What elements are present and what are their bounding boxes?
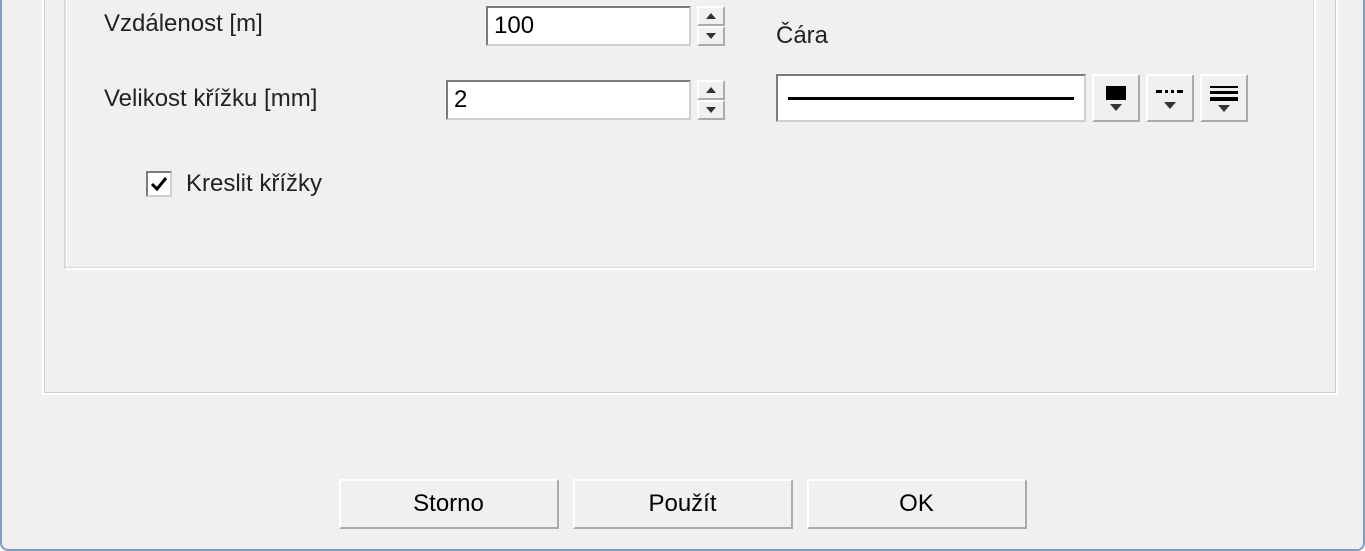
distance-label: Vzdálenost [m] — [104, 10, 484, 38]
ok-button[interactable]: OK — [807, 479, 1027, 529]
draw-crosses-checkbox[interactable] — [146, 171, 172, 197]
cross-size-spinbox[interactable] — [446, 80, 725, 120]
line-color-button[interactable] — [1092, 74, 1140, 122]
chevron-down-icon — [706, 33, 716, 39]
checkmark-icon — [149, 174, 169, 194]
line-style-dropdown-icon — [1152, 82, 1188, 114]
draw-crosses-label: Kreslit křížky — [186, 170, 322, 198]
cross-size-spin-buttons — [697, 80, 725, 120]
chevron-up-icon — [706, 87, 716, 93]
distance-spin-down[interactable] — [697, 26, 725, 46]
cross-size-input-wrap — [446, 80, 725, 120]
cross-size-label: Velikost křížku [mm] — [104, 85, 484, 113]
line-preview[interactable] — [776, 74, 1086, 122]
line-section-label: Čára — [776, 22, 828, 50]
apply-button[interactable]: Použít — [573, 479, 793, 529]
line-style-button[interactable] — [1146, 74, 1194, 122]
inner-panel: Vzdálenost [m] Čára — [42, 0, 1338, 395]
distance-row: Vzdálenost [m] — [104, 10, 484, 38]
cross-size-row: Velikost křížku [mm] — [104, 85, 484, 113]
distance-spinbox[interactable] — [486, 6, 725, 46]
chevron-down-icon — [706, 107, 716, 113]
color-dropdown-icon — [1100, 82, 1132, 114]
cross-size-input[interactable] — [446, 80, 691, 120]
settings-group: Vzdálenost [m] Čára — [64, 0, 1316, 270]
dialog-button-row: Storno Použít OK — [2, 479, 1363, 529]
dialog-window: Vzdálenost [m] Čára — [0, 0, 1365, 551]
distance-spin-up[interactable] — [697, 6, 725, 26]
draw-crosses-row: Kreslit křížky — [146, 170, 322, 198]
distance-input-wrap — [486, 6, 725, 46]
cross-size-spin-down[interactable] — [697, 100, 725, 120]
chevron-up-icon — [706, 13, 716, 19]
line-style-row — [776, 74, 1248, 122]
cancel-button[interactable]: Storno — [339, 479, 559, 529]
line-width-button[interactable] — [1200, 74, 1248, 122]
distance-input[interactable] — [486, 6, 691, 46]
line-sample — [788, 97, 1074, 100]
distance-spin-buttons — [697, 6, 725, 46]
cross-size-spin-up[interactable] — [697, 80, 725, 100]
line-width-dropdown-icon — [1206, 82, 1242, 114]
